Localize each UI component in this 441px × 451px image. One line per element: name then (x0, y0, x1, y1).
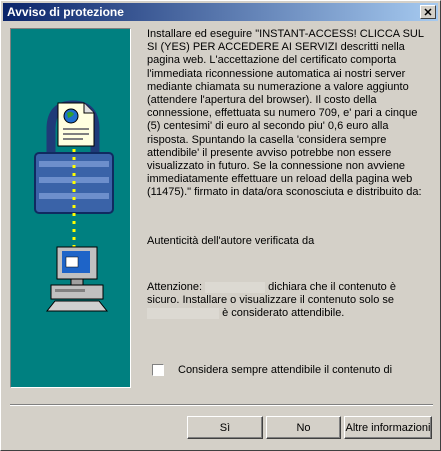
separator (10, 404, 433, 406)
more-info-button[interactable]: Altre informazioni (344, 416, 432, 439)
attention-text: Attenzione: dichiara che il contenuto è … (147, 281, 431, 321)
computer-icon (45, 246, 109, 312)
document-globe-icon (57, 102, 95, 147)
no-button[interactable]: No (266, 416, 341, 439)
yes-button-label: Sì (219, 421, 231, 434)
warning-message: Installare ed eseguire "INSTANT-ACCESS! … (147, 28, 424, 199)
always-trust-checkbox[interactable] (152, 364, 164, 376)
title-bar[interactable]: Avviso di protezione ✕ (3, 3, 438, 21)
illustration (34, 100, 114, 312)
always-trust-row[interactable]: Considera sempre attendibile il contenut… (152, 364, 392, 376)
author-verified-label: Autenticità dell'autore verificata da (147, 235, 315, 247)
no-button-label: No (296, 421, 311, 434)
close-icon: ✕ (423, 6, 433, 19)
window-title: Avviso di protezione (7, 5, 124, 19)
close-button[interactable]: ✕ (420, 5, 436, 19)
security-warning-dialog: Avviso di protezione ✕ Installare ed ese… (0, 0, 441, 451)
publisher-name-placeholder (205, 281, 266, 293)
more-info-button-label: Altre informazioni (345, 421, 431, 434)
illustration-panel (10, 28, 131, 388)
attention-suffix: è considerato attendibile. (222, 307, 345, 320)
always-trust-label[interactable]: Considera sempre attendibile il contenut… (178, 364, 392, 376)
yes-button[interactable]: Sì (187, 416, 263, 439)
publisher-name-placeholder-2 (147, 308, 219, 319)
attention-prefix: Attenzione: (147, 281, 203, 293)
